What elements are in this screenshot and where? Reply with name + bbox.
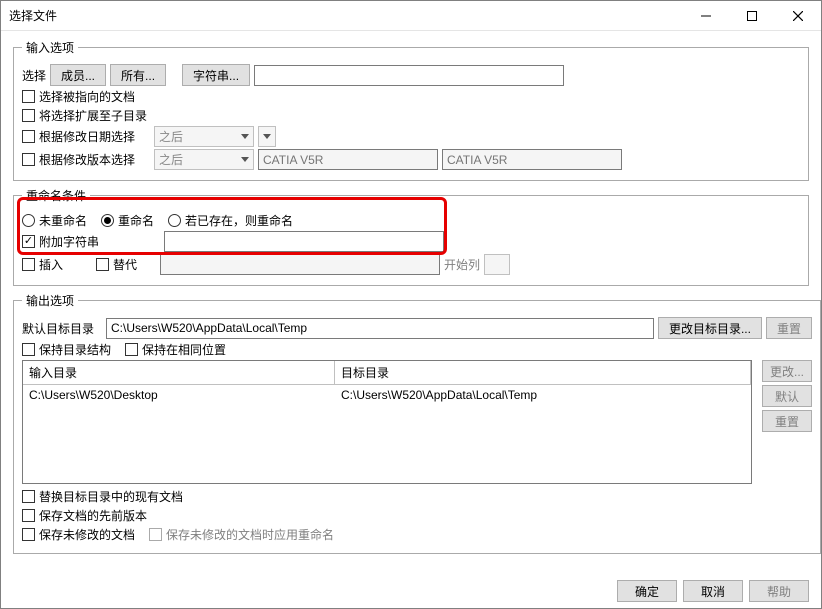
dialog-footer: 确定 取消 帮助 xyxy=(1,574,821,608)
legend-rename: 重命名条件 xyxy=(22,187,90,204)
start-col-label: 开始列 xyxy=(444,256,480,273)
chevron-down-icon xyxy=(241,134,249,139)
cancel-button[interactable]: 取消 xyxy=(683,580,743,602)
titlebar: 选择文件 xyxy=(1,1,821,31)
radio-rename-if-exists[interactable]: 若已存在，则重命名 xyxy=(168,212,293,229)
string-filter-input[interactable] xyxy=(254,65,564,86)
chk-keep-dir-struct[interactable]: 保持目录结构 xyxy=(22,341,111,358)
fieldset-output: 输出选项 默认目标目录 更改目标目录... 重置 保持目录结构 保持在相同位置 … xyxy=(13,292,821,554)
chk-insert[interactable]: 插入 xyxy=(22,256,82,273)
chk-save-prev-version[interactable]: 保存文档的先前版本 xyxy=(22,507,147,524)
ok-button[interactable]: 确定 xyxy=(617,580,677,602)
chk-select-pointed-doc[interactable]: 选择被指向的文档 xyxy=(22,88,135,105)
after-version-select: 之后 xyxy=(154,149,254,170)
side-reset-button[interactable]: 重置 xyxy=(762,410,812,432)
all-button[interactable]: 所有... xyxy=(110,64,166,86)
reset-target-dir-button[interactable]: 重置 xyxy=(766,317,812,339)
chevron-down-icon xyxy=(241,157,249,162)
chk-append-string[interactable]: 附加字符串 xyxy=(22,233,150,250)
default-target-dir-input[interactable] xyxy=(106,318,654,339)
catia-version-input-1 xyxy=(258,149,438,170)
window-title: 选择文件 xyxy=(1,7,57,24)
select-label: 选择 xyxy=(22,67,46,84)
insert-replace-input xyxy=(160,254,440,275)
table-row[interactable]: C:\Users\W520\Desktop C:\Users\W520\AppD… xyxy=(23,385,751,405)
date-dropdown-1 xyxy=(258,126,276,147)
change-target-dir-button[interactable]: 更改目标目录... xyxy=(658,317,762,339)
start-col-input xyxy=(484,254,510,275)
chk-by-version[interactable]: 根据修改版本选择 xyxy=(22,151,140,168)
minimize-icon xyxy=(701,11,711,21)
chk-save-unmodified[interactable]: 保存未修改的文档 xyxy=(22,526,135,543)
legend-output: 输出选项 xyxy=(22,292,78,309)
side-change-button[interactable]: 更改... xyxy=(762,360,812,382)
side-default-button[interactable]: 默认 xyxy=(762,385,812,407)
chk-replace-existing[interactable]: 替换目标目录中的现有文档 xyxy=(22,488,183,505)
members-button[interactable]: 成员... xyxy=(50,64,106,86)
cell-target-dir: C:\Users\W520\AppData\Local\Temp xyxy=(335,385,751,405)
dir-mapping-table[interactable]: 输入目录 目标目录 C:\Users\W520\Desktop C:\Users… xyxy=(22,360,752,484)
fieldset-input-options: 输入选项 选择 成员... 所有... 字符串... 选择被指向的文档 将选择扩… xyxy=(13,39,809,181)
chk-save-unmodified-rename: 保存未修改的文档时应用重命名 xyxy=(149,526,334,543)
chk-replace[interactable]: 替代 xyxy=(96,256,146,273)
default-target-dir-label: 默认目标目录 xyxy=(22,320,102,337)
legend-input-options: 输入选项 xyxy=(22,39,78,56)
dialog-select-file: 选择文件 输入选项 选择 成员... 所有... 字符串... 选择被指向的文 xyxy=(0,0,822,609)
chk-keep-same-loc[interactable]: 保持在相同位置 xyxy=(125,341,226,358)
col-target-dir: 目标目录 xyxy=(335,361,751,384)
chevron-down-icon xyxy=(263,134,271,139)
col-input-dir: 输入目录 xyxy=(23,361,335,384)
after-date-select-1: 之后 xyxy=(154,126,254,147)
close-button[interactable] xyxy=(775,1,821,31)
append-string-input[interactable] xyxy=(164,231,444,252)
radio-norename[interactable]: 未重命名 xyxy=(22,212,87,229)
minimize-button[interactable] xyxy=(683,1,729,31)
help-button[interactable]: 帮助 xyxy=(749,580,809,602)
table-header: 输入目录 目标目录 xyxy=(23,361,751,385)
cell-input-dir: C:\Users\W520\Desktop xyxy=(23,385,335,405)
catia-version-input-2 xyxy=(442,149,622,170)
maximize-button[interactable] xyxy=(729,1,775,31)
fieldset-rename: 重命名条件 未重命名 重命名 若已存在，则重命名 附加字符串 插入 替代 开始列 xyxy=(13,187,809,286)
chk-by-mod-date[interactable]: 根据修改日期选择 xyxy=(22,128,140,145)
radio-rename[interactable]: 重命名 xyxy=(101,212,154,229)
chk-extend-subdir[interactable]: 将选择扩展至子目录 xyxy=(22,107,147,124)
string-button[interactable]: 字符串... xyxy=(182,64,250,86)
close-icon xyxy=(793,11,803,21)
maximize-icon xyxy=(747,11,757,21)
